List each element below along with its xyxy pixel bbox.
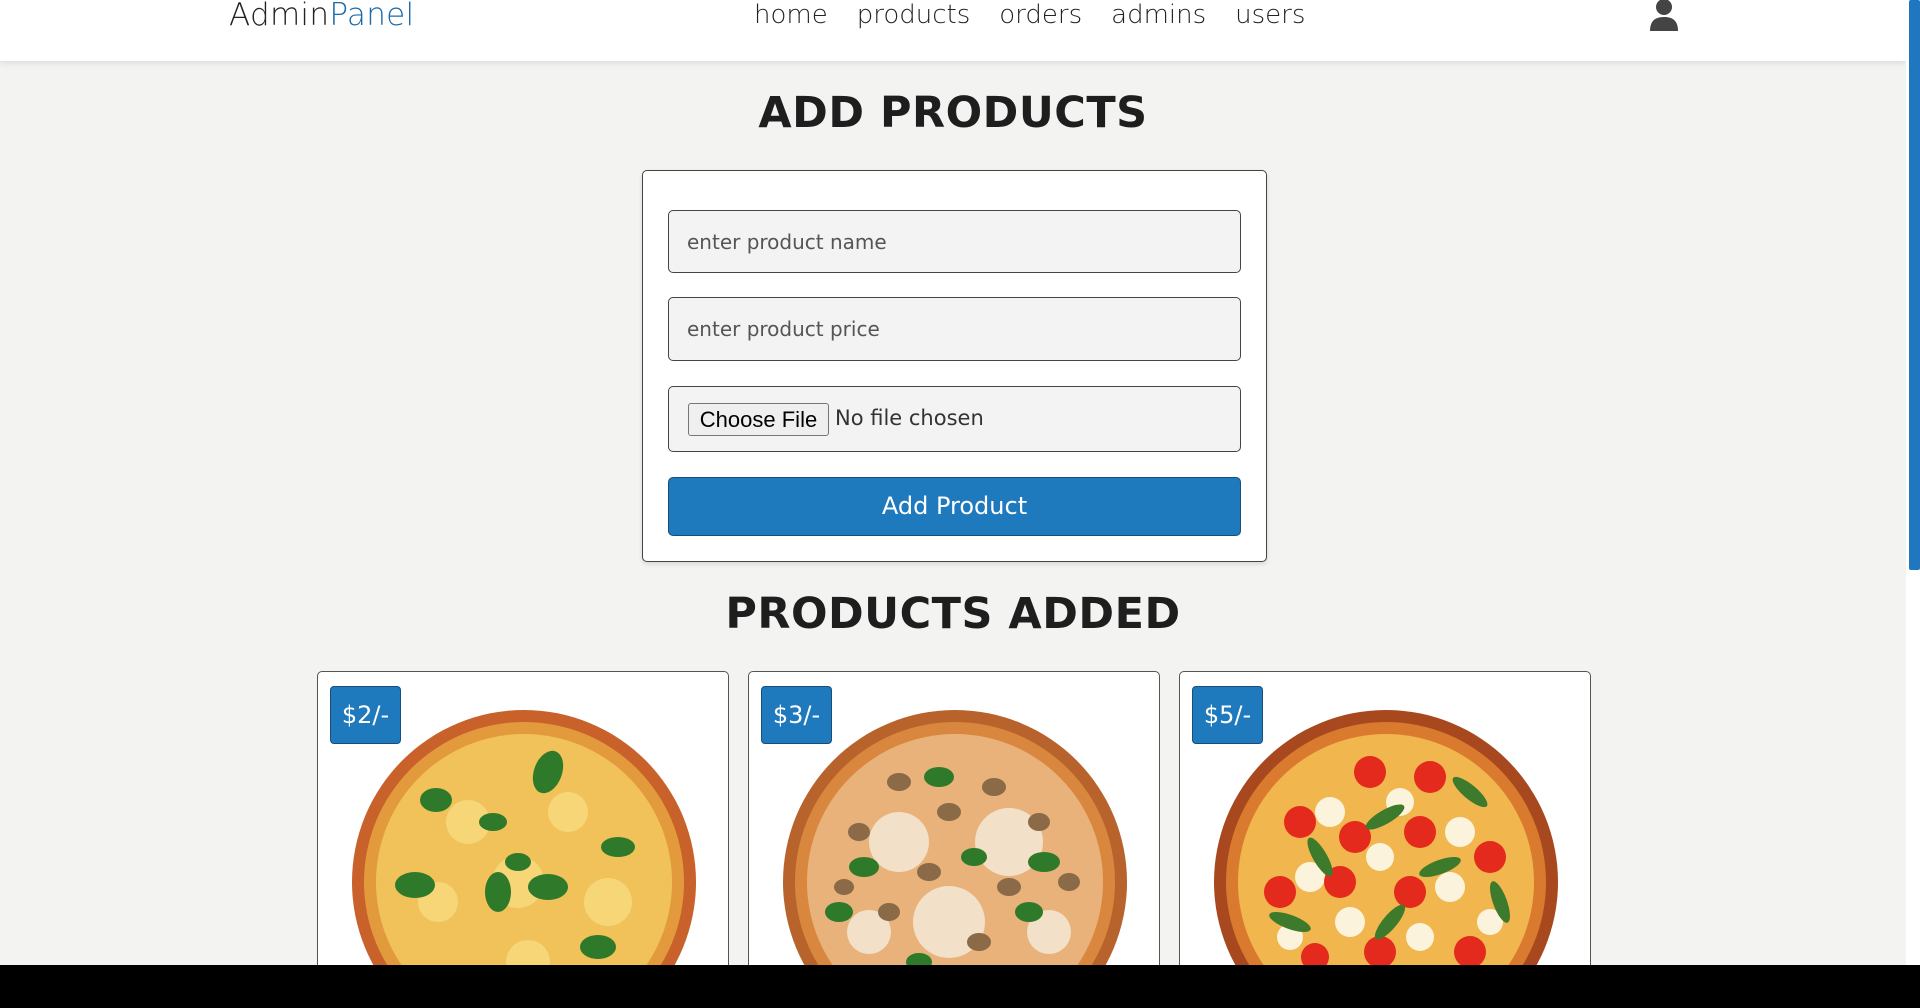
add-products-title: ADD PRODUCTS [758,88,1148,138]
nav-admins[interactable]: admins [1111,0,1206,34]
bottom-black-bar [0,965,1920,1008]
product-card[interactable]: $2/- [317,671,729,1001]
product-card[interactable]: $5/- [1179,671,1591,1001]
file-status-text: No file chosen [835,406,984,430]
add-product-button[interactable]: Add Product [668,477,1241,536]
product-price-input[interactable] [668,297,1241,361]
price-badge: $3/- [761,686,832,744]
nav-orders[interactable]: orders [999,0,1082,34]
choose-file-button[interactable]: Choose File [688,403,829,436]
user-icon[interactable] [1648,0,1680,31]
price-badge: $5/- [1192,686,1263,744]
product-card[interactable]: $3/- [748,671,1160,1001]
nav-users[interactable]: users [1235,0,1305,34]
scrollbar-thumb[interactable] [1909,0,1920,570]
brand-logo[interactable]: AdminPanel [229,0,414,34]
add-product-form: Choose File No file chosen Add Product [642,170,1267,562]
nav-home[interactable]: home [754,0,828,34]
top-navbar: AdminPanel home products orders admins u… [0,0,1906,61]
nav-products[interactable]: products [857,0,971,34]
products-added-title: PRODUCTS ADDED [725,589,1181,639]
product-image-file-input[interactable]: Choose File No file chosen [668,386,1241,452]
main-nav: home products orders admins users [754,0,1305,34]
price-badge: $2/- [330,686,401,744]
brand-logo-part2: Panel [329,0,415,33]
product-name-input[interactable] [668,210,1241,273]
brand-logo-part1: Admin [229,0,330,33]
